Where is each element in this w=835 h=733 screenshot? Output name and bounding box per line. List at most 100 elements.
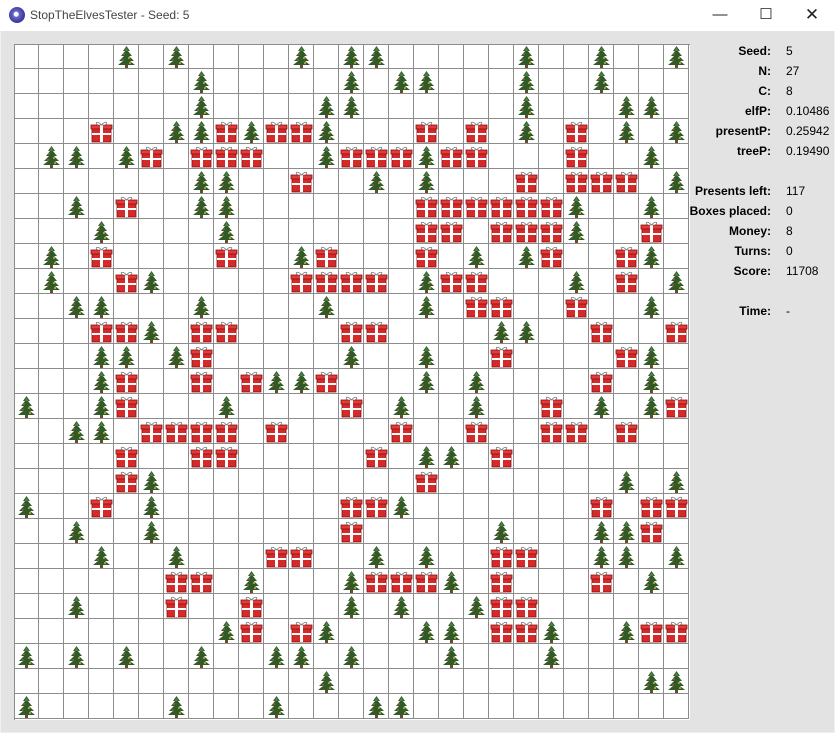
board-cell[interactable]: [39, 219, 64, 244]
board-cell[interactable]: [514, 494, 539, 519]
board-cell[interactable]: [89, 169, 114, 194]
board-cell[interactable]: [589, 594, 614, 619]
board-cell[interactable]: [239, 44, 264, 69]
board-cell[interactable]: [489, 94, 514, 119]
board-cell[interactable]: [564, 469, 589, 494]
board-cell[interactable]: [89, 444, 114, 469]
board-cell[interactable]: [639, 444, 664, 469]
board-cell[interactable]: [539, 669, 564, 694]
board-cell[interactable]: [564, 44, 589, 69]
board-cell[interactable]: [314, 544, 339, 569]
board-cell[interactable]: [489, 269, 514, 294]
board-cell[interactable]: [614, 144, 639, 169]
board-cell[interactable]: [264, 69, 289, 94]
board-cell[interactable]: [164, 269, 189, 294]
board-cell[interactable]: [64, 344, 89, 369]
board-cell[interactable]: [214, 694, 239, 719]
board-cell[interactable]: [389, 344, 414, 369]
board-cell[interactable]: [389, 44, 414, 69]
board-cell[interactable]: [114, 94, 139, 119]
board-cell[interactable]: [364, 94, 389, 119]
board-cell[interactable]: [589, 269, 614, 294]
board-cell[interactable]: [514, 669, 539, 694]
board-cell[interactable]: [339, 294, 364, 319]
board-cell[interactable]: [439, 469, 464, 494]
board-cell[interactable]: [364, 469, 389, 494]
board-cell[interactable]: [439, 344, 464, 369]
board-cell[interactable]: [14, 419, 39, 444]
board-cell[interactable]: [389, 619, 414, 644]
board-cell[interactable]: [239, 544, 264, 569]
board-cell[interactable]: [114, 619, 139, 644]
board-cell[interactable]: [64, 69, 89, 94]
board-cell[interactable]: [314, 319, 339, 344]
board-cell[interactable]: [139, 669, 164, 694]
board-cell[interactable]: [564, 594, 589, 619]
board-cell[interactable]: [239, 269, 264, 294]
board-cell[interactable]: [339, 419, 364, 444]
board-cell[interactable]: [414, 419, 439, 444]
game-board[interactable]: [14, 44, 690, 720]
board-cell[interactable]: [239, 169, 264, 194]
board-cell[interactable]: [614, 194, 639, 219]
board-cell[interactable]: [339, 619, 364, 644]
board-cell[interactable]: [189, 544, 214, 569]
board-cell[interactable]: [389, 469, 414, 494]
board-cell[interactable]: [14, 194, 39, 219]
board-cell[interactable]: [214, 644, 239, 669]
board-cell[interactable]: [589, 669, 614, 694]
board-cell[interactable]: [414, 94, 439, 119]
board-cell[interactable]: [139, 394, 164, 419]
board-cell[interactable]: [64, 669, 89, 694]
board-cell[interactable]: [464, 644, 489, 669]
board-cell[interactable]: [364, 644, 389, 669]
board-cell[interactable]: [39, 469, 64, 494]
board-cell[interactable]: [64, 569, 89, 594]
board-cell[interactable]: [464, 69, 489, 94]
board-cell[interactable]: [139, 644, 164, 669]
board-cell[interactable]: [564, 544, 589, 569]
board-cell[interactable]: [439, 419, 464, 444]
board-cell[interactable]: [189, 244, 214, 269]
board-cell[interactable]: [514, 694, 539, 719]
board-cell[interactable]: [264, 469, 289, 494]
board-cell[interactable]: [664, 344, 689, 369]
board-cell[interactable]: [139, 194, 164, 219]
board-cell[interactable]: [89, 619, 114, 644]
board-cell[interactable]: [164, 469, 189, 494]
board-cell[interactable]: [89, 519, 114, 544]
board-cell[interactable]: [89, 644, 114, 669]
board-cell[interactable]: [489, 494, 514, 519]
board-cell[interactable]: [64, 469, 89, 494]
board-cell[interactable]: [389, 269, 414, 294]
board-cell[interactable]: [264, 244, 289, 269]
board-cell[interactable]: [39, 319, 64, 344]
board-cell[interactable]: [39, 294, 64, 319]
board-cell[interactable]: [14, 569, 39, 594]
board-cell[interactable]: [639, 169, 664, 194]
board-cell[interactable]: [139, 369, 164, 394]
board-cell[interactable]: [214, 494, 239, 519]
board-cell[interactable]: [89, 69, 114, 94]
board-cell[interactable]: [14, 544, 39, 569]
board-cell[interactable]: [414, 319, 439, 344]
board-cell[interactable]: [364, 194, 389, 219]
board-cell[interactable]: [264, 344, 289, 369]
board-cell[interactable]: [314, 469, 339, 494]
board-cell[interactable]: [439, 494, 464, 519]
board-cell[interactable]: [464, 469, 489, 494]
board-cell[interactable]: [239, 344, 264, 369]
board-cell[interactable]: [539, 344, 564, 369]
board-cell[interactable]: [539, 569, 564, 594]
board-cell[interactable]: [564, 444, 589, 469]
board-cell[interactable]: [364, 669, 389, 694]
board-cell[interactable]: [164, 619, 189, 644]
board-cell[interactable]: [139, 694, 164, 719]
board-cell[interactable]: [339, 694, 364, 719]
board-cell[interactable]: [164, 669, 189, 694]
board-cell[interactable]: [164, 244, 189, 269]
board-cell[interactable]: [664, 244, 689, 269]
board-cell[interactable]: [114, 69, 139, 94]
board-cell[interactable]: [14, 144, 39, 169]
board-cell[interactable]: [414, 44, 439, 69]
